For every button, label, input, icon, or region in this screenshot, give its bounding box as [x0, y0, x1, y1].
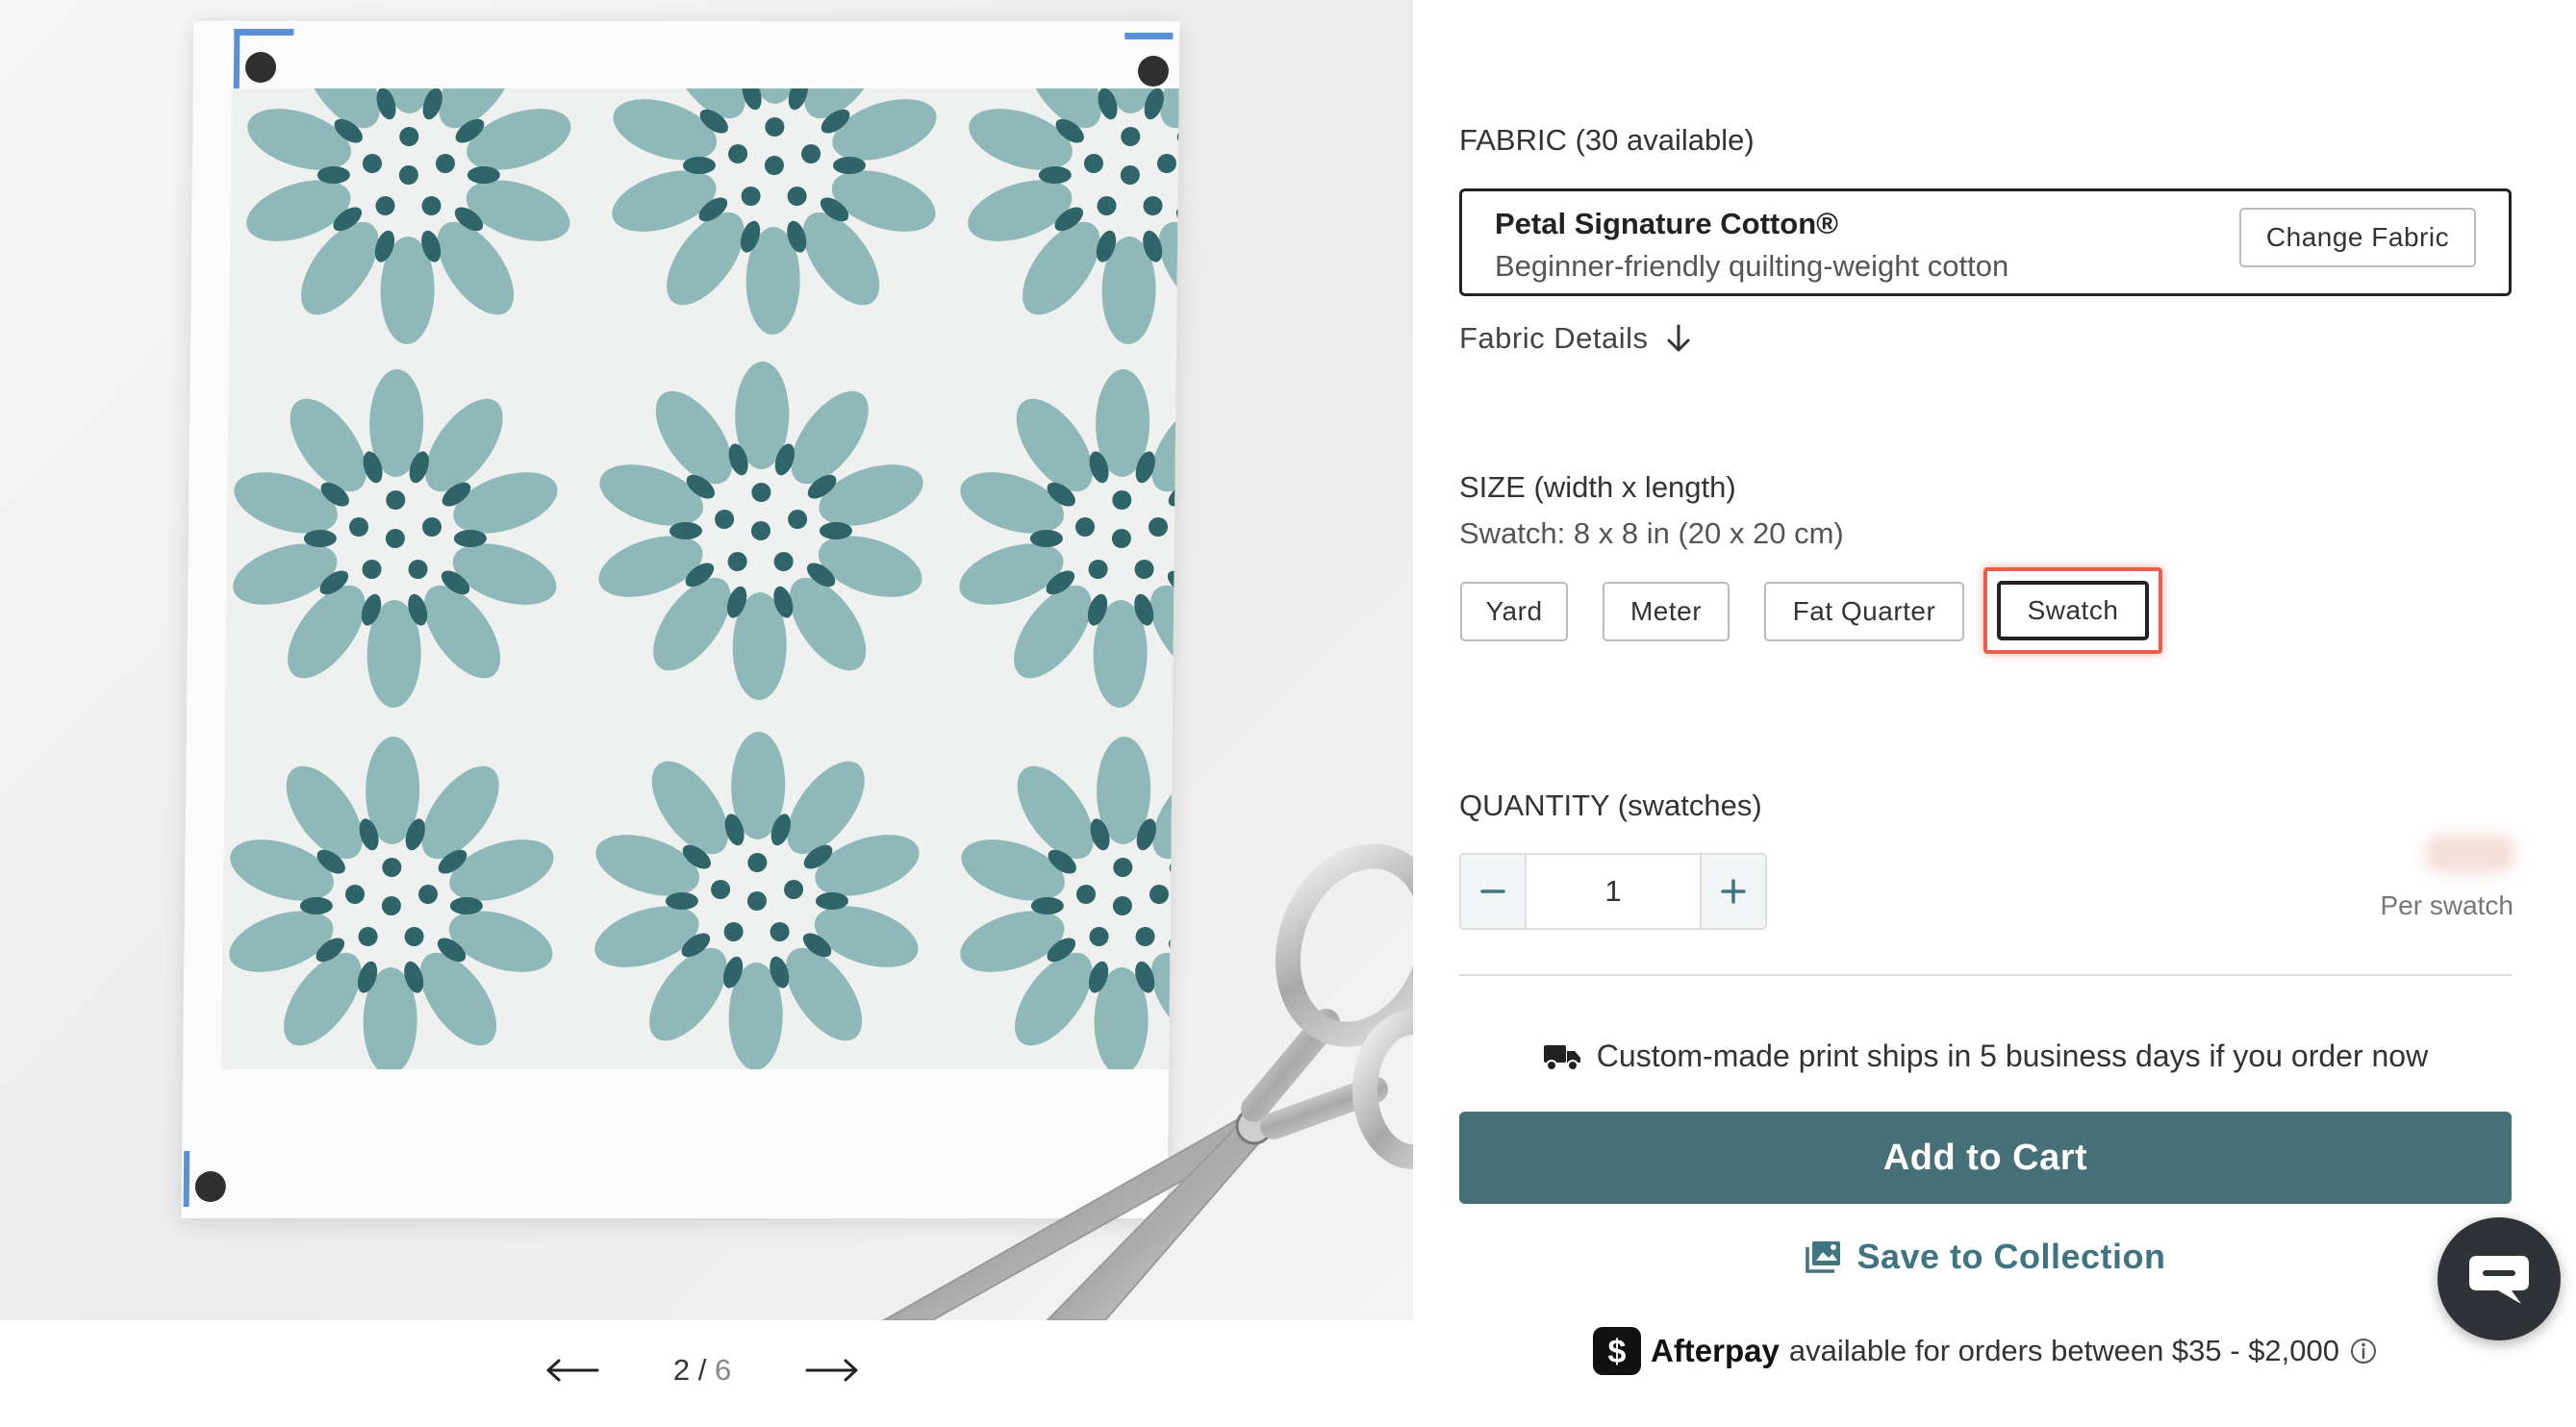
per-unit-label: Per swatch [2380, 890, 2514, 920]
divider [1459, 974, 2512, 976]
fabric-label: FABRIC (30 available) [1459, 123, 1755, 157]
afterpay-brand: Afterpay [1650, 1333, 1780, 1368]
registration-mark [183, 1151, 190, 1207]
quantity-input[interactable] [1525, 855, 1702, 928]
product-image [0, 0, 1413, 1320]
size-option-meter[interactable]: Meter [1603, 582, 1730, 641]
arrow-down-icon [1667, 324, 1689, 352]
fabric-details-toggle[interactable]: Fabric Details [1459, 321, 1691, 356]
svg-text:$: $ [1608, 1334, 1627, 1370]
prev-image-button[interactable] [539, 1341, 606, 1399]
fabric-name: Petal Signature Cotton® [1495, 207, 1838, 240]
size-option-swatch-highlight: Swatch [1983, 567, 2162, 654]
quantity-stepper [1459, 853, 1767, 930]
image-collection-icon [1806, 1241, 1841, 1273]
registration-dot [1137, 56, 1170, 87]
registration-mark [233, 29, 240, 96]
current-image-number: 2 [672, 1353, 691, 1387]
plus-icon [1721, 879, 1746, 904]
change-fabric-button[interactable]: Change Fabric [2239, 208, 2476, 267]
fabric-selector: Petal Signature Cotton® Beginner-friendl… [1459, 188, 2512, 296]
total-image-number: 6 [714, 1353, 732, 1387]
decrease-quantity-button[interactable] [1461, 855, 1525, 928]
shipping-text: Custom-made print ships in 5 business da… [1596, 1039, 2429, 1073]
counter-separator: / [697, 1353, 707, 1387]
size-label: SIZE (width x length) [1459, 470, 1736, 504]
gallery-navigation: 2 / 6 [539, 1341, 866, 1399]
size-option-fat-quarter[interactable]: Fat Quarter [1764, 582, 1964, 641]
quantity-label: QUANTITY (swatches) [1459, 789, 1762, 822]
registration-mark [234, 29, 294, 36]
image-counter: 2 / 6 [673, 1353, 731, 1388]
increase-quantity-button[interactable] [1702, 855, 1765, 928]
shipping-info: Custom-made print ships in 5 business da… [1459, 1039, 2512, 1074]
chat-button[interactable] [2437, 1217, 2561, 1340]
registration-mark [1124, 33, 1174, 39]
size-option-yard[interactable]: Yard [1460, 582, 1568, 641]
fabric-description: Beginner-friendly quilting-weight cotton [1495, 249, 2009, 283]
size-selected-text: Swatch: 8 x 8 in (20 x 20 cm) [1459, 516, 1844, 550]
save-to-collection-button[interactable]: Save to Collection [1459, 1237, 2512, 1277]
save-to-collection-label: Save to Collection [1856, 1237, 2166, 1276]
arrow-right-icon [805, 1359, 858, 1382]
chat-bubble-icon [2469, 1256, 2529, 1304]
next-image-button[interactable] [798, 1341, 866, 1399]
cash-app-icon: $ [1592, 1327, 1641, 1375]
size-option-swatch[interactable]: Swatch [1997, 581, 2149, 640]
scissors-image [881, 843, 1413, 1320]
fabric-details-label: Fabric Details [1459, 321, 1649, 355]
price-blurred [2424, 835, 2516, 873]
registration-dot [244, 52, 277, 83]
add-to-cart-button[interactable]: Add to Cart [1459, 1112, 2512, 1204]
arrow-left-icon [546, 1359, 599, 1382]
registration-dot [194, 1171, 226, 1202]
afterpay-text: available for orders between $35 - $2,00… [1788, 1334, 2340, 1367]
afterpay-info: $ Afterpay available for orders between … [1459, 1327, 2512, 1375]
minus-icon [1480, 889, 1505, 893]
info-icon[interactable] [2349, 1337, 2378, 1365]
truck-icon [1543, 1044, 1580, 1071]
